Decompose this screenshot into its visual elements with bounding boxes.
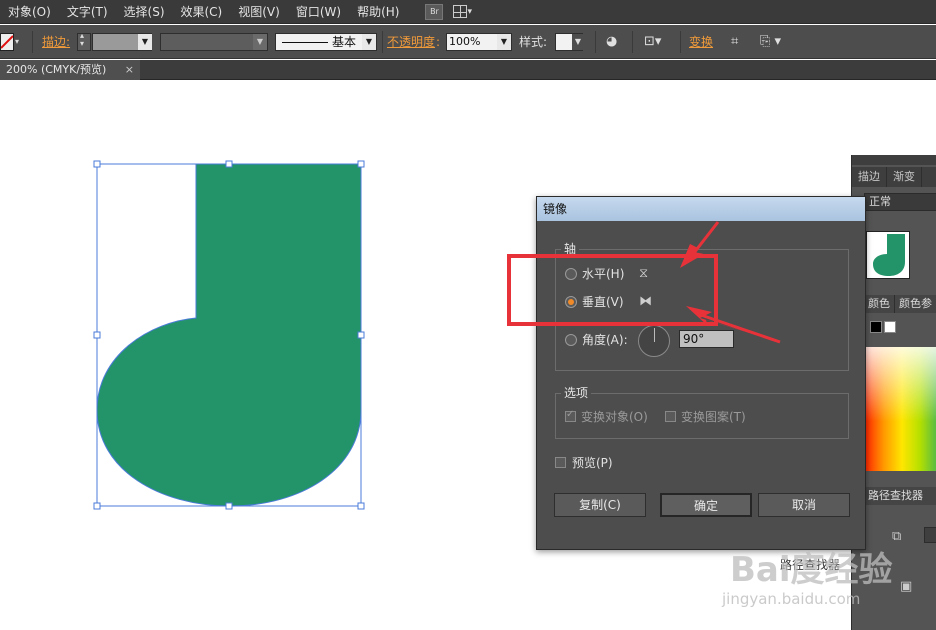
transform-patterns-label: 变换图案(T) [681, 410, 746, 424]
angle-dial[interactable] [638, 325, 670, 357]
blend-mode-select[interactable]: 正常 [864, 193, 936, 211]
color-panel-tabs: 颜色 颜色参 [864, 295, 936, 313]
transform-objects-label: 变换对象(O) [581, 410, 648, 424]
reflect-dialog: 镜像 轴 水平(H) ⧖ 垂直(V) ⧓ 角度(A): 90° 选项 变换对象(… [536, 196, 866, 550]
horizontal-radio[interactable] [565, 268, 577, 280]
preview-label: 预览(P) [572, 456, 613, 470]
black-swatch[interactable] [870, 321, 882, 333]
cancel-button[interactable]: 取消 [758, 493, 850, 517]
tab-color[interactable]: 颜色 [864, 295, 895, 313]
horizontal-axis-icon: ⧖ [639, 266, 649, 281]
tab-color-guide[interactable]: 颜色参 [895, 295, 936, 313]
angle-label: 角度(A): [582, 333, 628, 347]
selection-handle[interactable] [93, 331, 101, 339]
white-swatch[interactable] [884, 321, 896, 333]
transform-objects-checkbox[interactable] [565, 409, 576, 422]
watermark-brand: Bai度经验 [730, 550, 893, 590]
selection-handle[interactable] [93, 502, 101, 510]
preview-checkbox[interactable] [555, 457, 566, 468]
watermark-url: jingyan.baidu.com [722, 590, 861, 608]
panel-tabs: 描边 渐变 [852, 167, 936, 187]
thumbnail-shape [873, 234, 905, 276]
selection-handle[interactable] [357, 331, 365, 339]
selection-handle[interactable] [225, 160, 233, 168]
watermark: Bai度经验 jingyan.baidu.com [722, 540, 932, 620]
selection-handle[interactable] [225, 502, 233, 510]
ok-button[interactable]: 确定 [660, 493, 752, 517]
angle-radio[interactable] [565, 334, 577, 346]
transparency-thumbnail [866, 231, 910, 279]
green-shape[interactable] [96, 163, 362, 507]
selection-handle[interactable] [357, 502, 365, 510]
dialog-title[interactable]: 镜像 [537, 197, 865, 221]
angle-input[interactable]: 90° [679, 330, 734, 348]
horizontal-label: 水平(H) [582, 267, 625, 281]
color-spectrum[interactable] [866, 347, 936, 471]
options-group-label: 选项 [561, 386, 592, 400]
vertical-axis-icon: ⧓ [639, 294, 652, 309]
tab-gradient[interactable]: 渐变 [887, 167, 922, 187]
copy-button[interactable]: 复制(C) [554, 493, 646, 517]
vertical-label: 垂直(V) [582, 295, 624, 309]
selection-handle[interactable] [93, 160, 101, 168]
pathfinder-panel-title: 路径查找器 [864, 487, 936, 505]
axis-group-label: 轴 [561, 242, 580, 256]
vertical-radio[interactable] [565, 296, 577, 308]
transform-patterns-checkbox[interactable] [665, 411, 676, 422]
tab-stroke[interactable]: 描边 [852, 167, 887, 187]
blend-mode-value: 正常 [869, 195, 891, 208]
panel-header [852, 155, 936, 165]
selection-handle[interactable] [357, 160, 365, 168]
